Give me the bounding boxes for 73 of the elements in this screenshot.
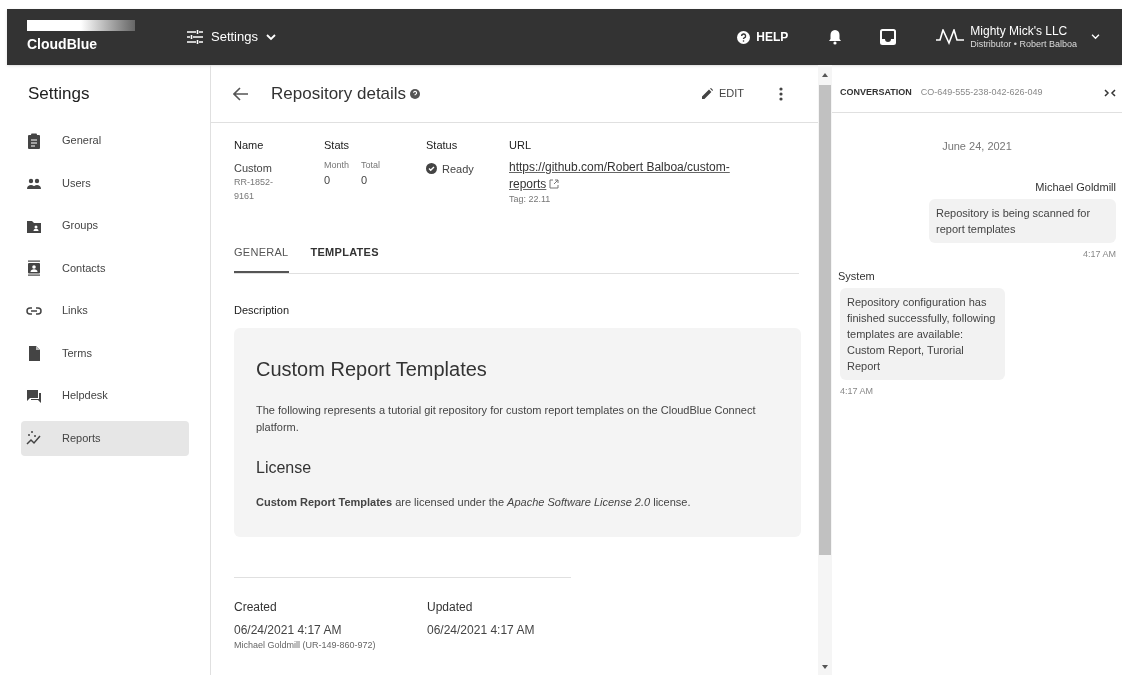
- account-name: Mighty Mick's LLC: [970, 23, 1069, 39]
- sidebar-item[interactable]: Links: [21, 293, 189, 328]
- help-icon: [737, 30, 751, 44]
- message-bubble: Repository configuration has finished successfully, following templates are available: Custom Report, Turorial Report: [840, 288, 1005, 380]
- created-by: Michael Goldmill (UR-149-860-972): [234, 638, 377, 652]
- account-logo-icon: [936, 29, 965, 45]
- message-time: 4:17 AM: [840, 385, 874, 398]
- scroll-up-icon[interactable]: [822, 73, 828, 77]
- sender-name: System: [838, 268, 875, 284]
- stat-value: 0: [361, 173, 369, 188]
- sender-name: Michael Goldmill: [1035, 179, 1116, 195]
- field-label: Stats: [324, 138, 351, 153]
- sidebar-item[interactable]: Terms: [21, 335, 189, 371]
- chat-icon: [26, 387, 42, 404]
- field-label: Name: [234, 138, 265, 153]
- message-bubble: Repository is being scanned for report templates: [929, 199, 1116, 243]
- updated-date: 06/24/2021 4:17 AM: [427, 621, 535, 639]
- sidebar-item[interactable]: Users: [21, 165, 189, 201]
- field-label: Created: [234, 598, 278, 616]
- tab[interactable]: GENERAL: [234, 244, 289, 273]
- logo-text: CloudBlue: [27, 34, 98, 54]
- clipboard-icon: [26, 132, 42, 149]
- back-arrow-icon[interactable]: [233, 86, 249, 101]
- more-options-icon[interactable]: [779, 86, 783, 101]
- logo-bar-icon: [27, 19, 135, 31]
- stat-value: 0: [324, 173, 332, 188]
- scrollbar-thumb[interactable]: [819, 85, 831, 555]
- panel-title: CONVERSATION: [840, 85, 912, 99]
- repository-id: RR-1852-9161: [234, 176, 274, 203]
- sidebar-item[interactable]: Helpdesk: [21, 378, 189, 413]
- help-icon: [410, 88, 421, 99]
- sidebar-item[interactable]: Reports: [21, 420, 189, 456]
- date-separator: June 24, 2021: [941, 139, 1013, 154]
- field-label: Updated: [427, 598, 474, 616]
- description-text: The following represents a tutorial git repository for custom report templates on the CloudBlue Connect platform.: [256, 403, 757, 435]
- conversation-id: CO-649-555-238-042-626-049: [920, 85, 1043, 99]
- repository-name: Custom: [234, 160, 273, 176]
- section-label: Description: [234, 302, 291, 318]
- chevron-down-icon[interactable]: [1091, 34, 1100, 40]
- status-text: Ready: [442, 161, 474, 177]
- repository-link[interactable]: https://github.com/Robert Balboa/custom-reports: [509, 158, 741, 193]
- pencil-icon: [701, 88, 713, 99]
- field-label: URL: [509, 138, 532, 153]
- sidebar-item[interactable]: General: [21, 123, 189, 158]
- tag-text: Tag: 22.11: [509, 192, 552, 206]
- page-title: Repository details: [271, 82, 407, 105]
- chart-icon: [26, 430, 42, 446]
- module-menu[interactable]: Settings: [187, 27, 276, 47]
- created-date: 06/24/2021 4:17 AM: [234, 621, 343, 639]
- bell-icon[interactable]: [828, 29, 843, 45]
- sliders-icon: [187, 30, 203, 44]
- account-role: Distributor • Robert Balboa: [970, 38, 1077, 51]
- description-heading: Custom Report Templates: [256, 357, 488, 382]
- contact-card-icon: [26, 260, 42, 276]
- license-text: Custom Report Templates are licensed under the Apache Software License 2.0 license.: [256, 495, 692, 510]
- stat-label: Total: [361, 158, 381, 172]
- field-label: Status: [426, 138, 459, 153]
- check-circle-icon: [426, 163, 437, 175]
- edit-button[interactable]: EDIT: [701, 85, 744, 102]
- sidebar-item[interactable]: Contacts: [21, 250, 189, 286]
- scroll-down-icon[interactable]: [822, 665, 828, 669]
- license-heading: License: [256, 458, 313, 478]
- document-icon: [26, 345, 42, 361]
- help-button[interactable]: HELP: [737, 28, 789, 46]
- stat-label: Month: [324, 158, 349, 172]
- chevron-down-icon: [266, 33, 276, 41]
- inbox-icon[interactable]: [880, 29, 897, 45]
- external-link-icon: [549, 179, 560, 190]
- sidebar-item[interactable]: Groups: [21, 208, 189, 243]
- message-time: 4:17 AM: [1082, 248, 1116, 261]
- sidebar-title: Settings: [28, 83, 90, 106]
- collapse-icon[interactable]: [1104, 88, 1116, 97]
- tab[interactable]: TEMPLATES: [310, 244, 379, 273]
